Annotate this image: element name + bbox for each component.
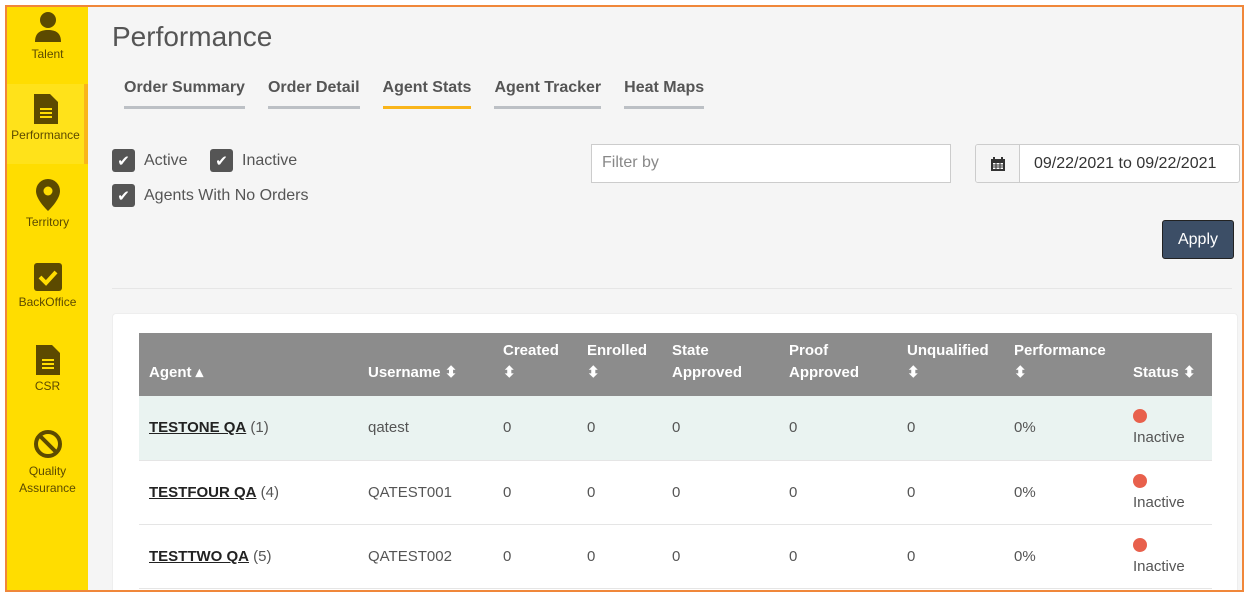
agent-link[interactable]: TESTTWO QA — [149, 548, 249, 565]
agent-count: (5) — [253, 547, 272, 565]
cell-unqualified: 0 — [897, 524, 1004, 589]
table-row: TESTONE QA (1) qatest 0 0 0 0 0 0% Inactive — [139, 396, 1212, 461]
status-dot-icon — [1133, 537, 1147, 552]
header-state-approved[interactable]: State Approved — [662, 333, 779, 396]
agent-count: (4) — [260, 483, 280, 501]
check-icon: ✔ — [210, 149, 233, 172]
header-status[interactable]: Status ⬍ — [1123, 333, 1212, 396]
cell-status: Inactive — [1123, 460, 1212, 525]
sidebar: Talent Performance Territory BackOffice … — [7, 7, 88, 590]
cell-state: 0 — [662, 460, 779, 525]
cell-proof: 0 — [779, 524, 897, 589]
document-icon — [33, 94, 58, 124]
cell-created: 0 — [493, 524, 577, 589]
tab-heat-maps[interactable]: Heat Maps — [624, 79, 705, 109]
checkbox-icon — [33, 263, 62, 291]
cell-state: 0 — [662, 524, 779, 589]
cell-state: 0 — [662, 396, 779, 461]
tab-agent-tracker[interactable]: Agent Tracker — [494, 79, 602, 109]
agent-count: (1) — [250, 419, 269, 437]
sidebar-item-csr[interactable]: CSR — [7, 345, 88, 425]
agent-stats-table: Agent ▴ Username ⬍ Created ⬍ Enrolled ⬍ St… — [139, 333, 1212, 589]
apply-button[interactable]: Apply — [1162, 220, 1234, 259]
date-range-picker[interactable]: 09/22/2021 to 09/22/2021 — [975, 144, 1240, 183]
page-title: Performance — [112, 21, 273, 52]
check-icon: ✔ — [112, 184, 135, 207]
table-row: TESTTWO QA (5) QATEST002 0 0 0 0 0 0% Inactive — [139, 524, 1212, 589]
cell-created: 0 — [493, 460, 577, 525]
status-dot-icon — [1133, 409, 1147, 424]
sidebar-item-talent[interactable]: Talent — [7, 11, 88, 91]
header-agent[interactable]: Agent ▴ — [139, 333, 358, 396]
cell-performance: 0% — [1004, 396, 1123, 461]
header-enrolled[interactable]: Enrolled ⬍ — [577, 333, 662, 396]
cell-username: QATEST002 — [358, 524, 493, 589]
cell-username: QATEST001 — [358, 460, 493, 525]
header-performance[interactable]: Performance ⬍ — [1004, 333, 1123, 396]
agent-link[interactable]: TESTONE QA — [149, 419, 246, 436]
agents-no-orders-checkbox[interactable]: ✔ Agents With No Orders — [112, 184, 309, 207]
agent-stats-card: Agent ▴ Username ⬍ Created ⬍ Enrolled ⬍ St… — [112, 313, 1238, 590]
header-proof-approved[interactable]: Proof Approved — [779, 333, 897, 396]
sidebar-item-backoffice[interactable]: BackOffice — [7, 263, 88, 343]
map-pin-icon — [35, 179, 60, 211]
cell-enrolled: 0 — [577, 396, 662, 461]
cell-unqualified: 0 — [897, 460, 1004, 525]
cell-proof: 0 — [779, 460, 897, 525]
active-checkbox[interactable]: ✔ Active — [112, 149, 188, 172]
status-dot-icon — [1133, 473, 1147, 488]
file-icon — [35, 345, 60, 375]
cell-created: 0 — [493, 396, 577, 461]
user-icon — [34, 12, 61, 42]
cell-username: qatest — [358, 396, 493, 461]
header-username[interactable]: Username ⬍ — [358, 333, 493, 396]
header-unqualified[interactable]: Unqualified ⬍ — [897, 333, 1004, 396]
divider — [112, 288, 1232, 289]
header-created[interactable]: Created ⬍ — [493, 333, 577, 396]
date-range-value[interactable]: 09/22/2021 to 09/22/2021 — [1020, 145, 1230, 182]
check-icon: ✔ — [112, 149, 135, 172]
table-row: TESTFOUR QA (4) QATEST001 0 0 0 0 0 0% Inactive — [139, 460, 1212, 525]
tab-bar: Order Summary Order Detail Agent Stats A… — [124, 79, 705, 109]
cell-enrolled: 0 — [577, 524, 662, 589]
cell-unqualified: 0 — [897, 396, 1004, 461]
sidebar-item-performance[interactable]: Performance — [7, 84, 88, 164]
cell-performance: 0% — [1004, 460, 1123, 525]
cell-status: Inactive — [1123, 396, 1212, 461]
cell-enrolled: 0 — [577, 460, 662, 525]
ban-icon — [33, 430, 62, 458]
agent-link[interactable]: TESTFOUR QA — [149, 484, 257, 501]
sidebar-item-territory[interactable]: Territory — [7, 179, 88, 259]
tab-agent-stats[interactable]: Agent Stats — [382, 79, 472, 109]
cell-proof: 0 — [779, 396, 897, 461]
inactive-checkbox[interactable]: ✔ Inactive — [210, 149, 297, 172]
tab-order-detail[interactable]: Order Detail — [267, 79, 360, 109]
calendar-icon[interactable] — [976, 145, 1020, 182]
cell-status: Inactive — [1123, 524, 1212, 589]
filter-input[interactable]: Filter by — [591, 144, 951, 183]
tab-order-summary[interactable]: Order Summary — [124, 79, 245, 109]
sidebar-item-quality-assurance[interactable]: Quality Assurance — [7, 429, 88, 509]
cell-performance: 0% — [1004, 524, 1123, 589]
